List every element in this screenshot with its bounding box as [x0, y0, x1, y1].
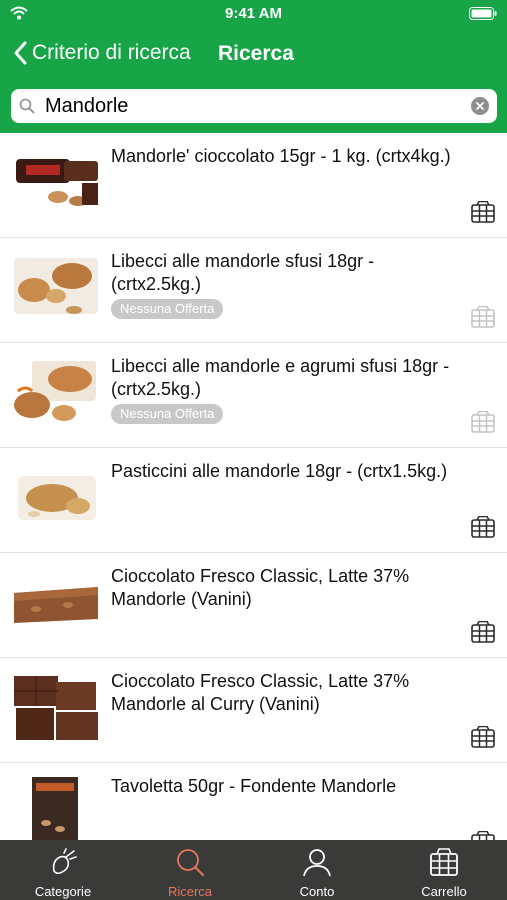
- product-name: Libecci alle mandorle e agrumi sfusi 18g…: [111, 355, 456, 424]
- search-icon: [19, 98, 35, 114]
- product-name: Cioccolato Fresco Classic, Latte 37% Man…: [111, 565, 456, 611]
- product-image: [14, 676, 98, 740]
- product-image: [16, 159, 98, 206]
- tab-label: Conto: [299, 884, 335, 899]
- back-button[interactable]: Criterio di ricerca: [14, 36, 191, 70]
- product-image: [32, 777, 78, 840]
- product-title: Pasticcini alle mandorle 18gr - (crtx1.5…: [111, 461, 448, 481]
- battery-icon: [469, 7, 497, 20]
- product-title: Libecci alle mandorle sfusi 18gr - (crtx…: [111, 251, 375, 294]
- status-badge: Nessuna Offerta: [111, 404, 224, 424]
- tab-label: Ricerca: [167, 884, 213, 899]
- tab-categorie[interactable]: Categorie: [0, 840, 126, 900]
- cart-icon[interactable]: [471, 726, 495, 748]
- product-image: [18, 476, 96, 520]
- product-title: Libecci alle mandorle e agrumi sfusi 18g…: [111, 356, 450, 399]
- tab-label: Categorie: [34, 884, 92, 899]
- cart-icon[interactable]: [471, 831, 495, 840]
- user-icon: [303, 849, 331, 877]
- product-name: Cioccolato Fresco Classic, Latte 37% Man…: [111, 670, 456, 716]
- list-item[interactable]: Cioccolato Fresco Classic, Latte 37% Man…: [0, 658, 507, 763]
- categories-icon: [52, 848, 77, 875]
- page-title: Ricerca: [218, 42, 294, 65]
- list-item[interactable]: Tavoletta 50gr - Fondente Mandorle: [0, 763, 507, 840]
- product-image: [14, 258, 98, 314]
- tab-conto[interactable]: Conto: [254, 840, 380, 900]
- chevron-left-icon: [14, 41, 27, 65]
- product-name: Tavoletta 50gr - Fondente Mandorle: [111, 775, 456, 798]
- product-name: Mandorle' cioccolato 15gr - 1 kg. (crtx4…: [111, 145, 456, 168]
- cart-icon[interactable]: [471, 411, 495, 433]
- nav-bar: Criterio di ricerca Ricerca: [0, 30, 507, 76]
- cart-icon[interactable]: [471, 306, 495, 328]
- cart-icon: [430, 848, 458, 876]
- cart-icon[interactable]: [471, 516, 495, 538]
- list-item[interactable]: Libecci alle mandorle e agrumi sfusi 18g…: [0, 343, 507, 448]
- product-name: Pasticcini alle mandorle 18gr - (crtx1.5…: [111, 460, 456, 483]
- product-image: [14, 587, 98, 623]
- status-badge: Nessuna Offerta: [111, 299, 224, 319]
- status-bar: 9:41 AM: [0, 0, 507, 28]
- tab-carrello[interactable]: Carrello: [381, 840, 507, 900]
- clear-search-icon[interactable]: [471, 97, 489, 115]
- product-title: Cioccolato Fresco Classic, Latte 37% Man…: [111, 671, 410, 714]
- product-list: Mandorle' cioccolato 15gr - 1 kg. (crtx4…: [0, 133, 507, 840]
- product-name: Libecci alle mandorle sfusi 18gr - (crtx…: [111, 250, 456, 319]
- search-input[interactable]: [45, 89, 465, 123]
- back-label: Criterio di ricerca: [32, 41, 191, 64]
- list-item[interactable]: Cioccolato Fresco Classic, Latte 37% Man…: [0, 553, 507, 658]
- product-title: Mandorle' cioccolato 15gr - 1 kg. (crtx4…: [111, 146, 451, 166]
- tab-bar: Categorie Ricerca Conto Carrello: [0, 840, 507, 900]
- cart-icon[interactable]: [471, 201, 495, 223]
- product-image: [14, 361, 96, 421]
- search-icon: [177, 849, 204, 876]
- search-bar: [11, 89, 497, 123]
- list-item[interactable]: Pasticcini alle mandorle 18gr - (crtx1.5…: [0, 448, 507, 553]
- tab-ricerca[interactable]: Ricerca: [127, 840, 253, 900]
- list-item[interactable]: Libecci alle mandorle sfusi 18gr - (crtx…: [0, 238, 507, 343]
- product-title: Tavoletta 50gr - Fondente Mandorle: [111, 776, 397, 796]
- list-item[interactable]: Mandorle' cioccolato 15gr - 1 kg. (crtx4…: [0, 133, 507, 238]
- status-time: 9:41 AM: [225, 5, 282, 22]
- product-title: Cioccolato Fresco Classic, Latte 37% Man…: [111, 566, 410, 609]
- app-header: 9:41 AM Criterio di ricerca Ricerca: [0, 0, 507, 133]
- tab-label: Carrello: [421, 884, 467, 899]
- cart-icon[interactable]: [471, 621, 495, 643]
